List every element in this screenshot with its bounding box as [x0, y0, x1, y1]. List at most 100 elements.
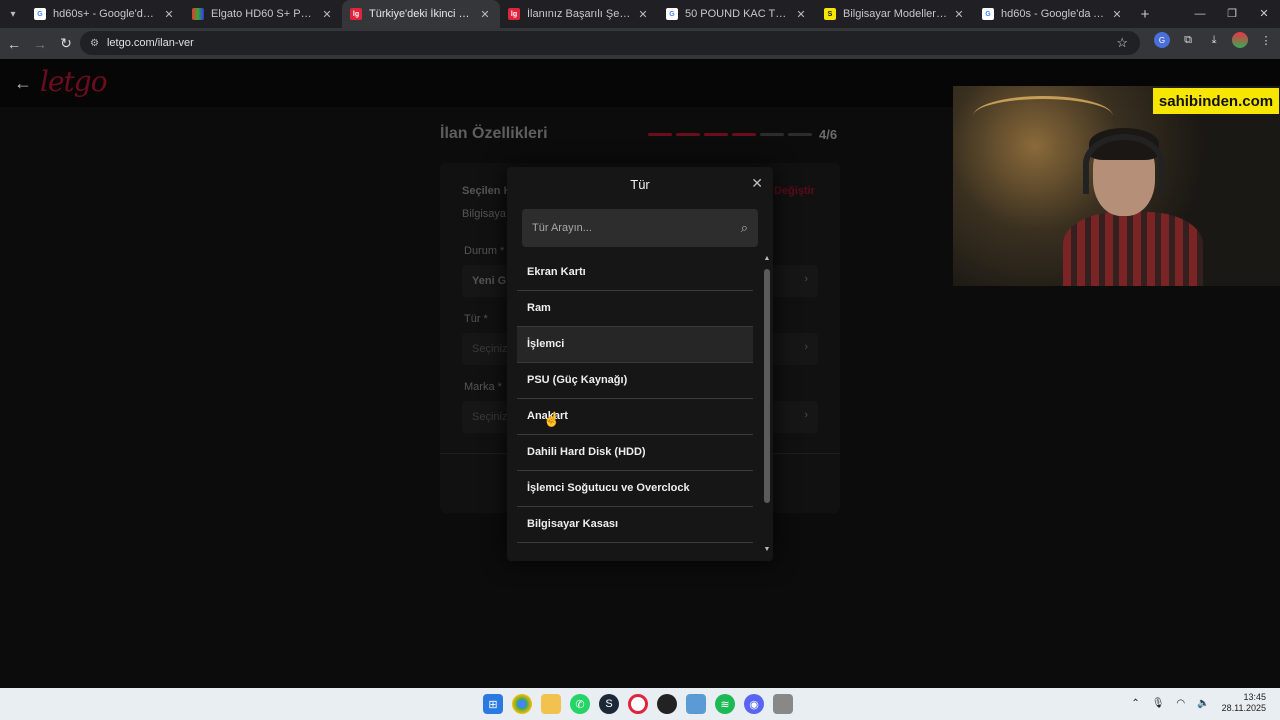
step-progress-bar [648, 133, 812, 136]
tab-title: İlanınız Başarılı Şekilde Güncell [527, 8, 632, 20]
tab-title: hd60s+ - Google'da Ara [53, 8, 158, 20]
list-item[interactable]: İşlemci Soğutucu ve Overclock [517, 471, 753, 507]
window-close-icon[interactable]: ✕ [1248, 0, 1280, 28]
browser-tab-active[interactable]: lg Türkiye'deki İkinci El Eşyaları Al ✕ [342, 0, 500, 28]
forward-icon[interactable]: → [28, 36, 52, 52]
chevron-up-icon[interactable]: ⌃ [1131, 698, 1139, 709]
steam-icon[interactable]: S [599, 694, 619, 714]
wifi-icon[interactable]: ◠ [1176, 698, 1185, 709]
tab-close-icon[interactable]: ✕ [162, 8, 176, 21]
progress-segment [704, 133, 728, 136]
change-category-link[interactable]: Değiştir [774, 185, 815, 197]
snipping-tool-icon[interactable] [773, 694, 793, 714]
search-icon[interactable]: ⌕ [741, 220, 748, 236]
list-item[interactable]: Bilgisayar Kasası [517, 507, 753, 543]
download-icon[interactable]: ⤓ [1206, 32, 1222, 48]
tab-close-icon[interactable]: ✕ [794, 8, 808, 21]
file-explorer-icon[interactable] [541, 694, 561, 714]
browser-tab[interactable]: Elgato HD60 S+ PLUS External ✕ [184, 0, 342, 28]
bookmark-star-icon[interactable]: ☆ [1116, 35, 1128, 51]
scroll-thumb[interactable] [764, 269, 770, 503]
extension-icon[interactable]: G [1154, 32, 1170, 48]
url-bar[interactable]: ⚙ letgo.com/ilan-ver ☆ [80, 31, 1140, 55]
webcam-overlay [953, 86, 1280, 286]
network-app-icon[interactable] [686, 694, 706, 714]
list-item[interactable]: PSU (Güç Kaynağı) [517, 363, 753, 399]
browser-tab[interactable]: lg İlanınız Başarılı Şekilde Güncell ✕ [500, 0, 658, 28]
browser-tab[interactable]: G 50 POUND KAC TL - Google'da ✕ [658, 0, 816, 28]
progress-segment [676, 133, 700, 136]
streamer-figure [1063, 126, 1203, 286]
durum-value: Yeni Gi [472, 275, 510, 287]
page-title: İlan Özellikleri [440, 125, 548, 142]
menu-kebab-icon[interactable]: ⋮ [1258, 32, 1274, 48]
elgato-icon [192, 8, 204, 20]
list-item[interactable]: Ram [517, 291, 753, 327]
toolbar-actions: G ⧉ ⤓ ⋮ [1154, 32, 1274, 48]
list-scrollbar[interactable]: ▲ ▼ [763, 255, 771, 553]
url-text: letgo.com/ilan-ver [106, 37, 194, 49]
back-arrow-icon[interactable]: ← [14, 73, 32, 94]
windows-start-icon[interactable]: ⊞ [483, 694, 503, 714]
hand-cursor-icon: ☝ [543, 411, 561, 427]
system-tray: ⌃ 🎙 ◠ 🔈 13:45 28.11.2025 [1131, 692, 1266, 714]
tab-close-icon[interactable]: ✕ [952, 8, 966, 21]
chrome-icon[interactable] [512, 694, 532, 714]
browser-tab[interactable]: G hd60s - Google'da Ara ✕ [974, 0, 1132, 28]
list-item[interactable]: Ekran Kartı [517, 255, 753, 291]
site-info-icon[interactable]: ⚙ [90, 38, 99, 49]
close-icon[interactable]: ✕ [751, 175, 763, 192]
google-icon: G [34, 8, 46, 20]
tab-title: 50 POUND KAC TL - Google'da [685, 8, 790, 20]
spotify-icon[interactable]: ≋ [715, 694, 735, 714]
modal-title: Tür [630, 177, 650, 192]
clock[interactable]: 13:45 28.11.2025 [1222, 692, 1266, 714]
volume-icon[interactable]: 🔈 [1197, 698, 1209, 709]
chevron-right-icon: › [804, 273, 808, 285]
browser-tab[interactable]: S Bilgisayar Modelleri ve Güncel ✕ [816, 0, 974, 28]
microphone-icon[interactable]: 🎙 [1152, 698, 1165, 709]
chevron-right-icon: › [804, 341, 808, 353]
browser-tab[interactable]: G hd60s+ - Google'da Ara ✕ [26, 0, 184, 28]
tab-close-icon[interactable]: ✕ [636, 8, 650, 21]
extensions-puzzle-icon[interactable]: ⧉ [1180, 32, 1196, 48]
reload-icon[interactable]: ↻ [54, 35, 78, 52]
selected-category-label: Seçilen K [462, 185, 512, 197]
type-list: Ekran Kartı Ram İşlemci PSU (Güç Kaynağı… [517, 255, 753, 551]
marka-placeholder: Seçiniz [472, 411, 508, 423]
opera-icon[interactable] [628, 694, 648, 714]
new-tab-plus-icon[interactable]: + [1132, 6, 1158, 23]
tab-close-icon[interactable]: ✕ [1110, 8, 1124, 21]
sahibinden-icon: S [824, 8, 836, 20]
google-icon: G [982, 8, 994, 20]
list-item[interactable]: Dahili Hard Disk (HDD) [517, 435, 753, 471]
windows-taskbar: ⊞ ✆ S ≋ ◉ ⌃ 🎙 ◠ 🔈 13:45 28.11.2025 [0, 688, 1280, 720]
tab-title: Elgato HD60 S+ PLUS External [211, 8, 316, 20]
tab-title: Bilgisayar Modelleri ve Güncel [843, 8, 948, 20]
letgo-logo[interactable]: letgo [40, 65, 108, 98]
taskbar-apps: ⊞ ✆ S ≋ ◉ [483, 694, 793, 714]
maximize-icon[interactable]: ❐ [1216, 0, 1248, 28]
scroll-up-arrow-icon[interactable]: ▲ [763, 255, 771, 262]
browser-tab-strip: ▾ G hd60s+ - Google'da Ara ✕ Elgato HD60… [0, 0, 1280, 28]
tab-close-icon[interactable]: ✕ [478, 8, 492, 21]
minimize-icon[interactable]: — [1184, 0, 1216, 28]
whatsapp-icon[interactable]: ✆ [570, 694, 590, 714]
search-input[interactable] [522, 209, 722, 247]
tur-placeholder: Seçiniz [472, 343, 508, 355]
tab-close-icon[interactable]: ✕ [320, 8, 334, 21]
progress-segment [648, 133, 672, 136]
obs-icon[interactable] [657, 694, 677, 714]
window-controls: — ❐ ✕ [1184, 0, 1280, 28]
list-item[interactable]: İşlemci [517, 327, 753, 363]
search-box: ⌕ [522, 209, 758, 247]
back-icon[interactable]: ← [2, 36, 26, 52]
profile-avatar-icon[interactable] [1232, 32, 1248, 48]
scroll-down-arrow-icon[interactable]: ▼ [763, 546, 771, 553]
selected-category-value: Bilgisaya [462, 208, 507, 220]
plaid-shirt [1063, 212, 1203, 286]
google-icon: G [666, 8, 678, 20]
discord-icon[interactable]: ◉ [744, 694, 764, 714]
tab-search-chevron-icon[interactable]: ▾ [0, 0, 26, 28]
progress-segment [732, 133, 756, 136]
